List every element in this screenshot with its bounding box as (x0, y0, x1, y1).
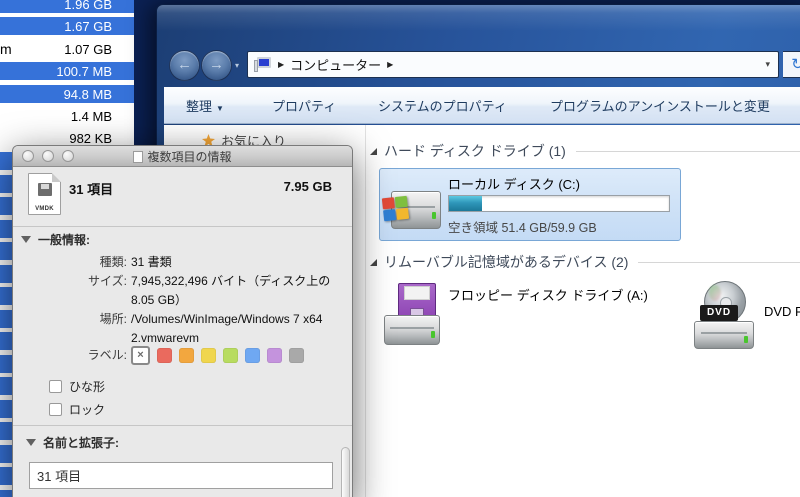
info-row-kind: 種類: 31 書類 (13, 253, 343, 272)
field-label: ラベル: (87, 348, 127, 362)
floppy-drive-icon (382, 283, 444, 351)
uninstall-program-button[interactable]: プログラムのアンインストールと変更 (550, 96, 770, 115)
file-name-fragment: m (0, 41, 12, 57)
breadcrumb-separator-icon: ▶ (278, 60, 285, 69)
drive-name: ローカル ディスク (C:) (448, 177, 580, 192)
group-rule (638, 261, 800, 263)
label-swatch-orange[interactable] (179, 348, 194, 363)
list-item[interactable]: 100.7 MB (0, 62, 134, 80)
back-arrow-icon: ← (177, 56, 192, 73)
address-bar[interactable]: ▶ コンピューター ▶ ▾ (247, 51, 779, 78)
file-size: 982 KB (69, 130, 112, 146)
dvd-band-label: DVD (700, 305, 738, 321)
file-size: 1.67 GB (64, 18, 112, 34)
scrollbar-thumb[interactable] (341, 447, 350, 497)
address-dropdown-icon[interactable]: ▾ (765, 59, 770, 70)
stationery-checkbox[interactable] (49, 380, 62, 393)
general-info-header[interactable]: 一般情報: (21, 231, 90, 248)
navigation-bar: ← → ▾ ▶ コンピューター ▶ ▾ ↻ (157, 49, 800, 87)
vmdk-file-icon: VMDK (28, 173, 61, 215)
list-item[interactable]: 94.8 MB (0, 85, 134, 103)
free-space-label: 空き領域 51.4 GB/59.9 GB (448, 221, 597, 235)
field-value: 31 書類 (131, 255, 172, 269)
list-item[interactable]: m 1.07 GB (0, 40, 134, 58)
section-divider (13, 226, 352, 227)
field-value: 7,945,322,496 バイト（ディスク上の 8.05 GB） (131, 274, 331, 307)
dvd-drive-icon: DVD (692, 281, 760, 353)
label-swatch-red[interactable] (157, 348, 172, 363)
group-title: リムーバブル記憶域があるデバイス (2) (384, 254, 629, 270)
checkbox-label: ロック (69, 403, 106, 417)
file-size: 94.8 MB (63, 86, 112, 102)
window-title: 複数項目の情報 (13, 148, 352, 165)
file-size: 1.4 MB (70, 108, 112, 124)
organize-menu-button[interactable]: 整理 ▼ (186, 96, 224, 115)
local-disk-icon (381, 179, 443, 237)
field-label: サイズ: (88, 274, 127, 288)
total-size-label: 7.95 GB (283, 179, 332, 194)
info-row-size: サイズ: 7,945,322,496 バイト（ディスク上の 8.05 GB） (13, 272, 343, 310)
chevron-down-icon: ▼ (216, 104, 224, 113)
local-disk-item[interactable]: ローカル ディスク (C:) 空き領域 51.4 GB/59.9 GB (379, 168, 681, 241)
disclosure-triangle-icon[interactable] (21, 236, 31, 243)
label-swatch-green[interactable] (223, 348, 238, 363)
breadcrumb-separator-icon[interactable]: ▶ (387, 60, 393, 69)
label-swatch-gray[interactable] (289, 348, 304, 363)
drives-view: ハード ディスク ドライブ (1) ローカル ディスク (C:) 空き領域 51… (366, 125, 800, 497)
drive-led (432, 211, 437, 219)
command-toolbar: 整理 ▼ プロパティ システムのプロパティ プログラムのアンインストールと変更 (164, 87, 800, 124)
file-icon-caption: VMDK (35, 206, 54, 212)
item-count-label: 31 項目 (69, 182, 114, 197)
label-color-row: ラベル: × (13, 346, 343, 365)
system-properties-button[interactable]: システムのプロパティ (378, 96, 507, 115)
section-divider (13, 425, 352, 426)
group-title: ハード ディスク ドライブ (1) (384, 143, 566, 159)
clear-label-button[interactable]: × (131, 346, 150, 365)
checkbox-label: ひな形 (69, 380, 106, 394)
back-button[interactable]: ← (169, 50, 200, 81)
group-header-removable[interactable]: リムーバブル記憶域があるデバイス (2) (370, 252, 800, 272)
file-size: 100.7 MB (56, 63, 112, 79)
forward-button[interactable]: → (201, 50, 232, 81)
field-value: /Volumes/WinImage/Windows 7 x64 2.vmware… (131, 312, 323, 345)
label-swatch-yellow[interactable] (201, 348, 216, 363)
label-swatch-blue[interactable] (245, 348, 260, 363)
file-size: 1.07 GB (64, 41, 112, 57)
info-window: 複数項目の情報 VMDK 31 項目 7.95 GB 一般情報: 種類: 31 … (12, 145, 353, 497)
lock-checkbox-row: ロック (49, 401, 105, 418)
field-label: 場所: (99, 312, 127, 326)
lock-checkbox[interactable] (49, 403, 62, 416)
recent-pages-chevron-icon[interactable]: ▾ (235, 61, 239, 70)
document-icon (133, 150, 144, 163)
device-name: DVD RW (764, 304, 800, 319)
properties-button[interactable]: プロパティ (272, 96, 336, 115)
info-window-titlebar[interactable]: 複数項目の情報 (13, 146, 352, 167)
disk-usage-fill (449, 196, 482, 211)
general-info-rows: 種類: 31 書類 サイズ: 7,945,322,496 バイト（ディスク上の … (13, 253, 343, 348)
disk-usage-bar (448, 195, 670, 212)
stationery-checkbox-row: ひな形 (49, 378, 105, 395)
name-input[interactable] (29, 462, 333, 489)
field-label: 種類: (99, 255, 127, 269)
list-item[interactable]: 1.4 MB (0, 107, 134, 125)
group-rule (575, 150, 800, 152)
group-header-hdd[interactable]: ハード ディスク ドライブ (1) (370, 141, 800, 161)
section-title: 名前と拡張子: (43, 436, 119, 450)
forward-arrow-icon: → (209, 56, 224, 73)
computer-icon (254, 56, 272, 73)
breadcrumb-computer[interactable]: コンピューター (290, 55, 381, 74)
collapse-triangle-icon[interactable] (370, 147, 377, 155)
list-item[interactable]: 1.96 GB (0, 0, 134, 13)
name-extension-header[interactable]: 名前と拡張子: (26, 434, 119, 451)
label-swatch-purple[interactable] (267, 348, 282, 363)
device-name: フロッピー ディスク ドライブ (A:) (448, 288, 648, 303)
info-row-location: 場所: /Volumes/WinImage/Windows 7 x64 2.vm… (13, 310, 343, 348)
refresh-button[interactable]: ↻ (783, 51, 800, 78)
disclosure-triangle-icon[interactable] (26, 439, 36, 446)
windows-flag-icon (381, 195, 410, 223)
collapse-triangle-icon[interactable] (370, 258, 377, 266)
list-item[interactable]: 1.67 GB (0, 17, 134, 35)
file-size: 1.96 GB (64, 0, 112, 12)
section-title: 一般情報: (38, 233, 90, 247)
